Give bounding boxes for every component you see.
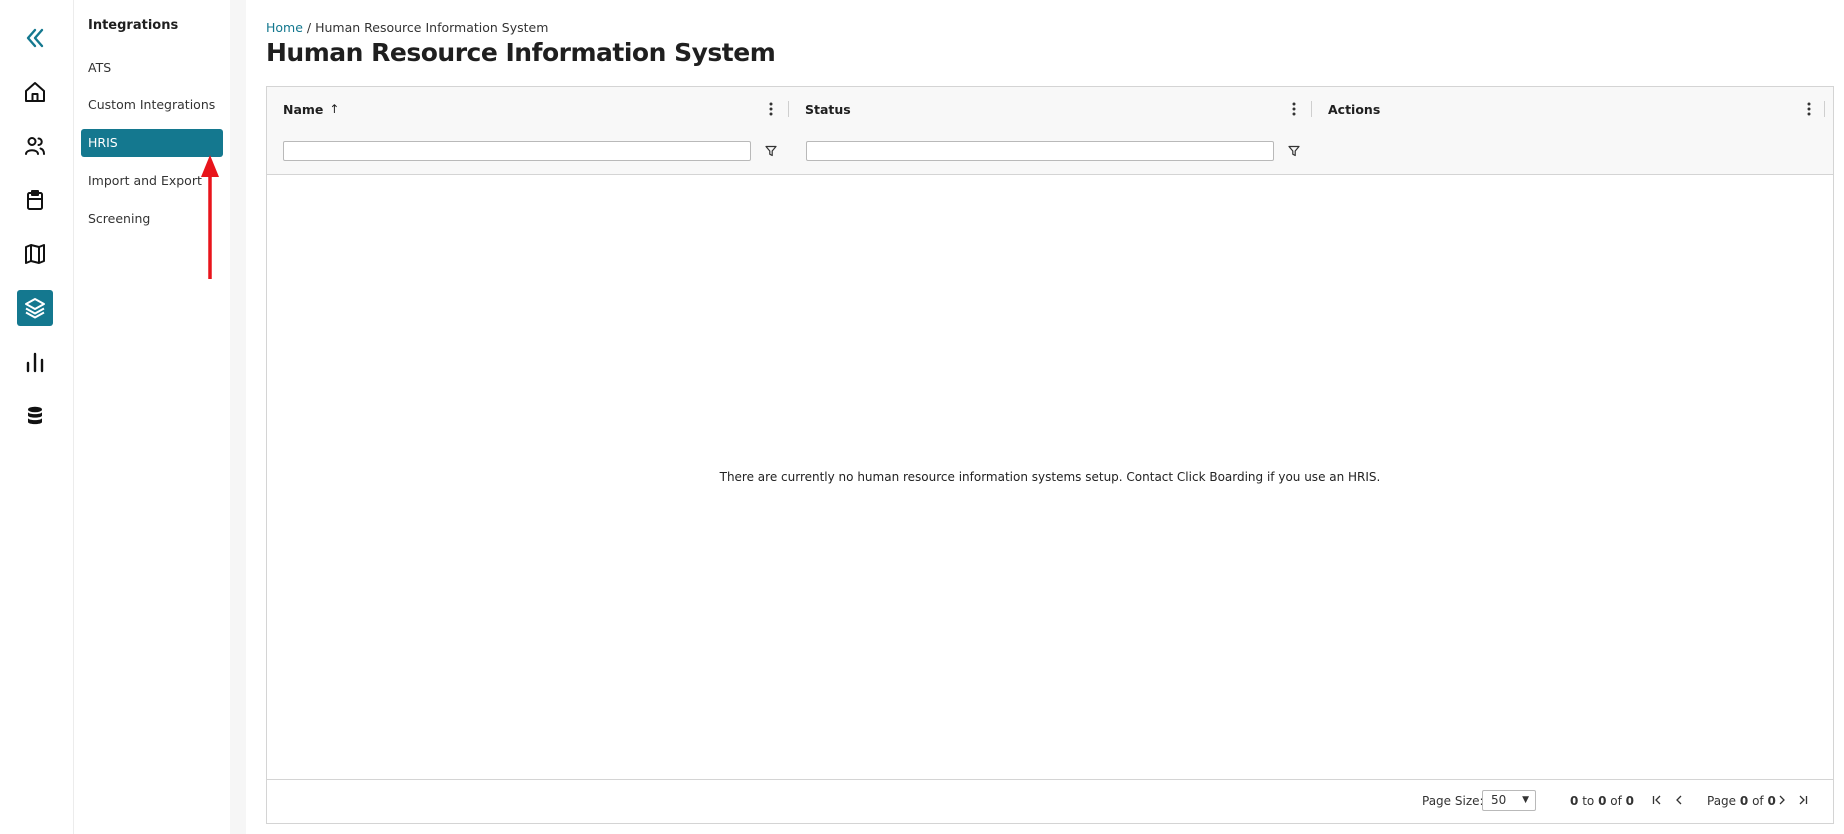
integrations-subnav: Integrations ATS Custom Integrations HRI… <box>74 0 230 834</box>
icon-rail <box>0 0 74 834</box>
clipboard-icon <box>27 190 43 210</box>
database-icon <box>28 406 42 425</box>
layers-icon <box>25 298 45 319</box>
column-header-label: Status <box>805 101 851 117</box>
vertical-dots-icon <box>769 102 773 116</box>
last-page-icon <box>1799 795 1808 805</box>
map-icon <box>25 244 45 264</box>
row-range-summary: 0 to 0 of 0 <box>1570 794 1634 808</box>
chevron-left-icon <box>1676 795 1682 805</box>
range-of-word: of <box>1610 794 1622 808</box>
grid-header: Name ↑ Status Actions <box>267 87 1833 132</box>
caret-down-icon: ▼ <box>1522 795 1529 805</box>
chevron-right-icon <box>1779 795 1785 805</box>
first-page-button[interactable] <box>1649 791 1665 809</box>
page-size-label: Page Size: <box>1422 794 1484 808</box>
breadcrumb: Home / Human Resource Information System <box>266 20 548 35</box>
column-separator[interactable] <box>1311 101 1312 117</box>
main-area: Home / Human Resource Information System… <box>230 0 1844 834</box>
collapse-button[interactable] <box>17 20 53 56</box>
rail-data-button[interactable] <box>17 398 53 434</box>
page-size-value: 50 <box>1491 793 1507 807</box>
users-icon <box>25 137 45 155</box>
page-current: 0 <box>1739 794 1749 808</box>
sort-ascending-icon: ↑ <box>329 102 340 116</box>
vertical-dots-icon <box>1807 102 1811 116</box>
column-header-label: Actions <box>1328 101 1381 117</box>
pagination-bar: Page Size: 50 ▼ 0 to 0 of 0 Page 0 of 0 <box>267 779 1833 823</box>
page-of-word: of <box>1752 794 1764 808</box>
status-filter-input[interactable] <box>806 141 1274 161</box>
column-separator[interactable] <box>788 101 789 117</box>
home-icon <box>25 82 45 102</box>
page-word: Page <box>1707 794 1737 808</box>
column-header-label: Name <box>283 101 324 117</box>
breadcrumb-separator: / <box>306 20 312 35</box>
empty-state-message: There are currently no human resource in… <box>719 470 1381 484</box>
page-summary: Page 0 of 0 <box>1707 794 1776 808</box>
last-page-button[interactable] <box>1795 791 1811 809</box>
subnav-item-screening[interactable]: Screening <box>81 205 223 233</box>
double-chevron-left-icon <box>26 28 44 48</box>
breadcrumb-home-link[interactable]: Home <box>266 20 303 35</box>
subnav-item-hris[interactable]: HRIS <box>81 129 223 157</box>
subnav-item-ats[interactable]: ATS <box>81 54 223 82</box>
rail-map-button[interactable] <box>17 236 53 272</box>
filter-row <box>267 131 1833 175</box>
name-filter-input[interactable] <box>283 141 751 161</box>
rail-integrations-button[interactable] <box>17 290 53 326</box>
subnav-item-custom-integrations[interactable]: Custom Integrations <box>81 91 223 119</box>
column-header-status[interactable]: Status <box>805 87 851 131</box>
filter-icon[interactable] <box>764 144 778 158</box>
range-from: 0 <box>1570 794 1579 808</box>
hris-grid: Name ↑ Status Actions There are currentl… <box>266 86 1834 824</box>
bar-chart-icon <box>26 352 44 373</box>
breadcrumb-current: Human Resource Information System <box>315 20 549 35</box>
page-size-select[interactable]: 50 ▼ <box>1482 790 1536 811</box>
rail-reports-button[interactable] <box>17 344 53 380</box>
next-page-button[interactable] <box>1774 791 1790 809</box>
column-menu-status[interactable] <box>1287 99 1301 119</box>
vertical-dots-icon <box>1292 102 1296 116</box>
rail-clipboard-button[interactable] <box>17 182 53 218</box>
column-separator[interactable] <box>1824 101 1825 117</box>
range-to: 0 <box>1598 794 1607 808</box>
first-page-icon <box>1652 795 1661 805</box>
rail-home-button[interactable] <box>17 74 53 110</box>
range-total: 0 <box>1625 794 1635 808</box>
column-menu-actions[interactable] <box>1802 99 1816 119</box>
column-menu-name[interactable] <box>764 99 778 119</box>
column-header-name[interactable]: Name ↑ <box>283 87 339 131</box>
column-header-actions[interactable]: Actions <box>1328 87 1380 131</box>
subnav-item-import-and-export[interactable]: Import and Export <box>81 167 223 195</box>
content-panel: Home / Human Resource Information System… <box>246 0 1844 834</box>
page-title: Human Resource Information System <box>266 38 776 67</box>
filter-icon[interactable] <box>1287 144 1301 158</box>
rail-people-button[interactable] <box>17 128 53 164</box>
range-to-word: to <box>1582 794 1595 808</box>
previous-page-button[interactable] <box>1671 791 1687 809</box>
subnav-title: Integrations <box>88 18 179 33</box>
